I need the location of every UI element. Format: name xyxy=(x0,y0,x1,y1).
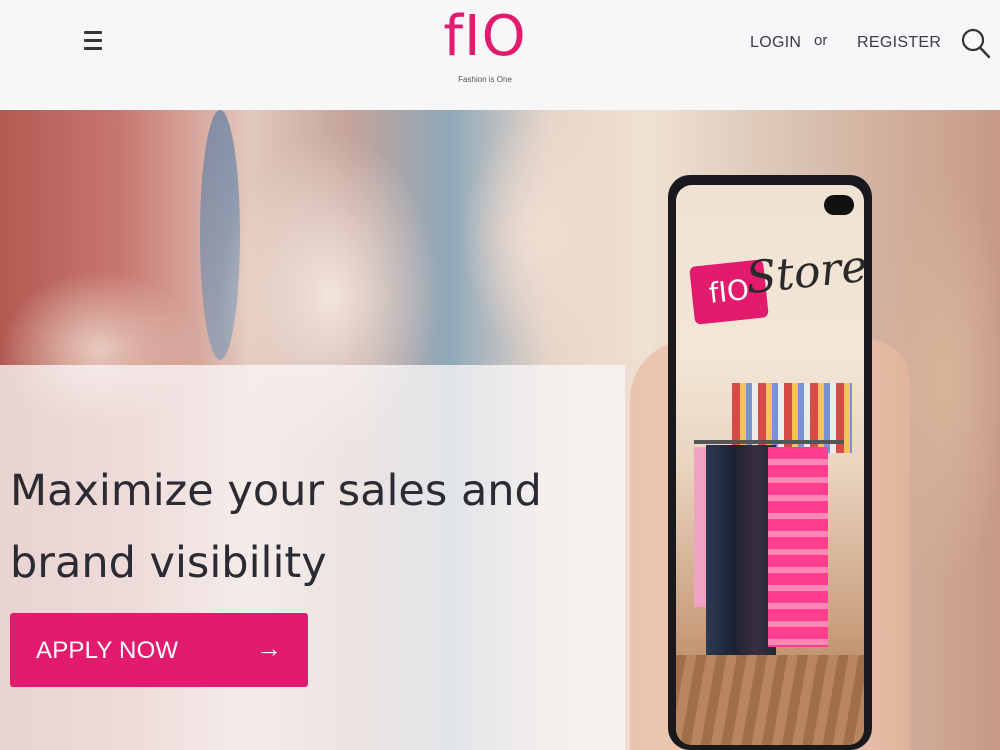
menu-icon-bar xyxy=(84,39,102,42)
menu-button[interactable] xyxy=(82,28,108,56)
login-link[interactable]: LOGIN xyxy=(750,34,801,52)
headline-line-2: brand visibility xyxy=(10,538,327,588)
register-link[interactable]: REGISTER xyxy=(857,34,941,52)
hero-headline: Maximize your sales and brand visibility xyxy=(10,455,610,599)
header: fIO Fashion is One LOGIN or REGISTER xyxy=(0,0,1000,110)
headline-line-1: Maximize your sales and xyxy=(10,466,542,516)
logo[interactable]: fIO Fashion is One xyxy=(420,0,550,105)
or-text: or xyxy=(814,32,828,49)
clothing xyxy=(706,445,776,685)
phone-screen: fIO Store xyxy=(676,185,864,745)
logo-text: fIO xyxy=(443,4,527,69)
search-button[interactable] xyxy=(960,26,992,62)
menu-icon xyxy=(84,31,102,34)
store-floor xyxy=(676,655,864,745)
phone-camera xyxy=(824,195,854,215)
logo-tagline: Fashion is One xyxy=(458,75,512,84)
background-blur xyxy=(460,110,620,360)
phone-image: fIO Store xyxy=(668,175,872,750)
store-script-text: Store xyxy=(743,240,864,305)
apply-now-button[interactable]: APPLY NOW → xyxy=(10,613,308,687)
clothing xyxy=(768,447,828,647)
arrow-right-icon: → xyxy=(256,633,282,663)
apply-now-label: APPLY NOW xyxy=(36,637,179,664)
clothing-rack xyxy=(694,440,844,444)
search-icon xyxy=(961,28,991,59)
menu-icon-bar xyxy=(84,47,102,50)
hero-banner: fIO Store Maximize your sales and brand … xyxy=(0,110,1000,750)
